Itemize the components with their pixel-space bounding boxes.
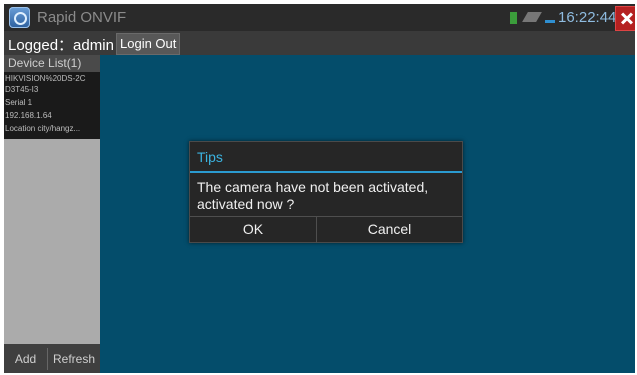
add-button[interactable]: Add	[4, 344, 47, 373]
device-model-line-1: HIKVISION%20DS-2C	[5, 74, 86, 83]
dialog-message: The camera have not been activated, acti…	[197, 179, 429, 212]
device-list-panel: Device List(1) HIKVISION%20DS-2C D3T45-I…	[4, 55, 100, 373]
device-serial: Serial 1	[5, 98, 33, 107]
dialog-title: Tips	[197, 149, 223, 165]
device-model-line-2: D3T45-I3	[5, 85, 39, 94]
app-title: Rapid ONVIF	[37, 9, 127, 26]
network-icon	[522, 12, 542, 22]
close-button[interactable]	[615, 6, 635, 31]
tips-dialog: Tips The camera have not been activated,…	[189, 141, 463, 243]
dialog-button-row: OK Cancel	[190, 216, 462, 243]
title-bar: Rapid ONVIF 16:22:44	[4, 4, 635, 31]
dialog-title-divider	[190, 171, 462, 173]
device-location: Location city/hangz...	[5, 124, 81, 133]
device-list-item[interactable]: HIKVISION%20DS-2C D3T45-I3 Serial 1 192.…	[4, 72, 100, 139]
device-ip: 192.168.1.64	[5, 111, 52, 120]
logged-user-label: Logged：admin	[8, 37, 114, 54]
cancel-button[interactable]: Cancel	[317, 217, 462, 243]
device-list-header: Device List(1)	[4, 55, 100, 72]
battery-icon	[545, 20, 555, 23]
camera-app-icon	[9, 7, 30, 28]
refresh-button[interactable]: Refresh	[48, 344, 100, 373]
login-bar: Logged：admin Login Out	[4, 31, 635, 55]
ok-button[interactable]: OK	[190, 217, 316, 243]
device-screen: Rapid ONVIF 16:22:44 Logged：admin Login …	[4, 4, 635, 373]
sd-card-icon	[510, 12, 517, 24]
status-clock: 16:22:44	[558, 9, 617, 26]
sidebar-footer: Add Refresh	[4, 344, 100, 373]
login-out-button[interactable]: Login Out	[116, 33, 181, 55]
